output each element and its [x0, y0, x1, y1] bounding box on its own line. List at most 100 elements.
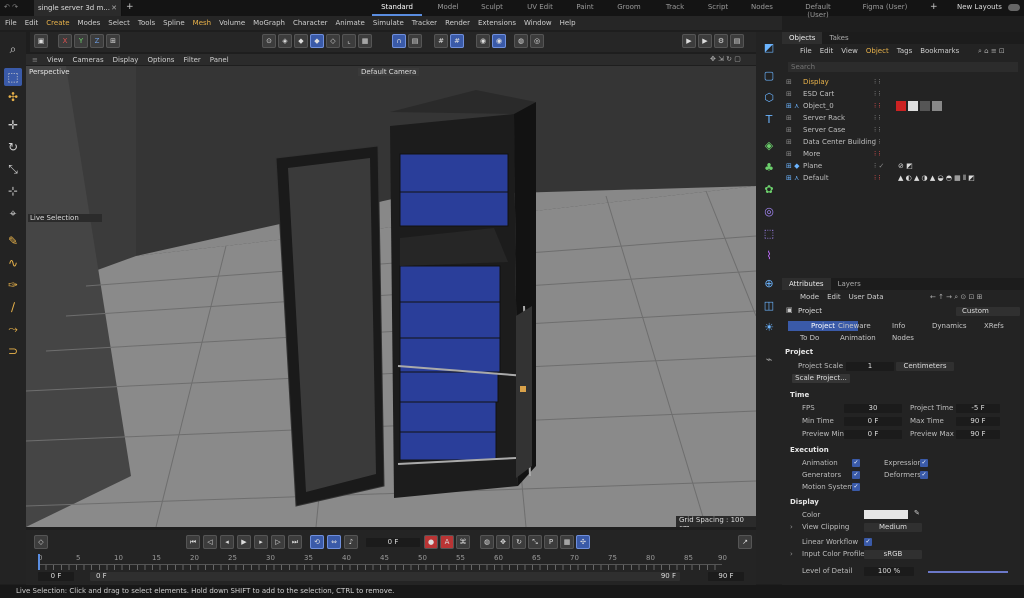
workspace-uv-edit[interactable]: UV Edit — [526, 3, 554, 11]
tab-layers[interactable]: Layers — [831, 278, 868, 290]
visibility-dots[interactable]: ⁝ ⁝ — [874, 100, 881, 112]
effector-icon[interactable]: ✿ — [761, 182, 777, 198]
key-rotation-icon[interactable]: ↻ — [512, 535, 526, 549]
material-tag-icon[interactable] — [896, 101, 906, 111]
objects-menu-tags[interactable]: Tags — [897, 47, 913, 55]
layout-toggle[interactable] — [1008, 4, 1020, 11]
current-frame-field[interactable]: 0 F — [366, 538, 420, 547]
list-item[interactable]: ⊞ ◆ Plane ⁝ ✓ ⊘ ◩ — [782, 160, 1024, 172]
search-icon[interactable]: ⌕ ⌂ ≡ ⊡ — [978, 47, 1005, 56]
project-scale-field[interactable]: 1 — [846, 362, 894, 371]
list-item[interactable]: ⊞ Data Center Building ⁝ ⁝ — [782, 136, 1024, 148]
tab-objects[interactable]: Objects — [782, 32, 823, 44]
max-frame-field[interactable]: 90 F — [708, 572, 744, 581]
render-picture-viewer-icon[interactable]: ▶ — [698, 34, 712, 48]
list-item[interactable]: ⊞ ⋏ Object_0 ⁝ ⁝ — [782, 100, 1024, 112]
rotate-icon[interactable]: ↻ — [4, 138, 22, 156]
objects-menu-bookmarks[interactable]: Bookmarks — [920, 47, 959, 55]
viewport-menu-display[interactable]: Display — [113, 56, 139, 64]
menu-spline[interactable]: Spline — [163, 19, 185, 27]
viewport-menu-icon[interactable]: ≡ — [32, 56, 38, 64]
workspace-figma-user[interactable]: Figma (User) — [862, 3, 908, 11]
linear-workflow-checkbox[interactable]: ✓ — [864, 538, 872, 546]
undo-icon[interactable]: ↶ ↷ — [4, 3, 18, 11]
range-slider[interactable]: 0 F 90 F — [90, 572, 680, 581]
close-icon[interactable]: ✕ — [111, 4, 117, 12]
spline-pen-icon[interactable]: ✎ — [4, 232, 22, 250]
render-queue-icon[interactable]: ▤ — [730, 34, 744, 48]
search-icon[interactable]: ⌕ — [4, 40, 22, 58]
list-item[interactable]: ⊞ Server Case ⁝ ⁝ — [782, 124, 1024, 136]
subtab-cineware[interactable]: Cineware — [838, 321, 871, 331]
live-selection-icon[interactable]: ⬚ — [4, 68, 22, 86]
viewport-menu-panel[interactable]: Panel — [210, 56, 229, 64]
workplane-icon[interactable]: # — [434, 34, 448, 48]
playhead[interactable] — [38, 554, 40, 570]
bend-icon[interactable]: ⤳ — [4, 320, 22, 338]
material-tag-icon[interactable] — [908, 101, 918, 111]
solo-icon[interactable]: ◉ — [476, 34, 490, 48]
objects-menu-edit[interactable]: Edit — [820, 47, 834, 55]
environment-icon[interactable]: ⊕ — [761, 276, 777, 292]
scale-project-button[interactable]: Scale Project... — [792, 374, 850, 383]
expand-arrow-icon[interactable]: › — [790, 523, 793, 531]
section-time[interactable]: Time — [790, 391, 809, 399]
x-axis-button[interactable]: X — [58, 34, 72, 48]
key-param-icon[interactable]: P — [544, 535, 558, 549]
keyframe-diamond-icon[interactable]: ◇ — [34, 535, 48, 549]
knife-icon[interactable]: ∕ — [4, 298, 22, 316]
list-item[interactable]: ⊞ Server Rack ⁝ ⁝ — [782, 112, 1024, 124]
add-layout-icon[interactable]: + — [930, 2, 938, 12]
units-dropdown[interactable]: Centimeters — [896, 362, 954, 371]
section-display[interactable]: Display — [790, 498, 819, 506]
snap-settings-icon[interactable]: ▤ — [408, 34, 422, 48]
edges-mode-icon[interactable]: ◈ — [278, 34, 292, 48]
input-profile-dropdown[interactable]: sRGB — [864, 550, 922, 559]
motion-system-checkbox[interactable]: ✓ — [852, 483, 860, 491]
expand-arrow-icon[interactable]: › — [790, 550, 793, 558]
workspace-script[interactable]: Script — [706, 3, 730, 11]
camera-selector[interactable]: Default Camera — [358, 68, 420, 76]
workspace-default-user[interactable]: Default (User) — [794, 3, 842, 19]
material-tag-icon[interactable] — [920, 101, 930, 111]
max-time-field[interactable]: 90 F — [956, 417, 1000, 426]
attr-menu-mode[interactable]: Mode — [800, 293, 819, 301]
axis-mode-icon[interactable]: ⌞ — [342, 34, 356, 48]
magnet-icon[interactable]: ⊃ — [4, 342, 22, 360]
menu-mograph[interactable]: MoGraph — [253, 19, 285, 27]
preview-max-field[interactable]: 90 F — [956, 430, 1000, 439]
attr-menu-user-data[interactable]: User Data — [849, 293, 884, 301]
sketch-icon[interactable]: ∿ — [4, 254, 22, 272]
y-axis-button[interactable]: Y — [74, 34, 88, 48]
project-time-field[interactable]: -5 F — [956, 404, 1000, 413]
menu-volume[interactable]: Volume — [219, 19, 245, 27]
spline-icon[interactable]: ⌇ — [761, 248, 777, 264]
selection-options-icon[interactable]: ✣ — [4, 88, 22, 106]
section-execution[interactable]: Execution — [790, 446, 829, 454]
attr-menu-edit[interactable]: Edit — [827, 293, 841, 301]
list-item[interactable]: ⊞ More ⁝ ⁝ — [782, 148, 1024, 160]
workspace-groom[interactable]: Groom — [616, 3, 642, 11]
preview-range-icon[interactable]: ⇔ — [327, 535, 341, 549]
menu-help[interactable]: Help — [560, 19, 576, 27]
fps-field[interactable]: 30 — [844, 404, 902, 413]
workspace-model[interactable]: Model — [436, 3, 460, 11]
subtab-info[interactable]: Info — [892, 321, 912, 331]
menu-mesh[interactable]: Mesh — [193, 19, 211, 27]
deformer-icon[interactable]: ◎ — [761, 204, 777, 220]
visibility-dots[interactable]: ⁝ ⁝ — [874, 136, 881, 148]
workspace-nodes[interactable]: Nodes — [750, 3, 774, 11]
brush-icon[interactable]: ✑ — [4, 276, 22, 294]
key-scale-icon[interactable]: ⤡ — [528, 535, 542, 549]
objects-menu-object[interactable]: Object — [866, 47, 889, 55]
min-time-field[interactable]: 0 F — [844, 417, 902, 426]
viewport-menu-cameras[interactable]: Cameras — [73, 56, 104, 64]
primitive-icon[interactable]: ⬡ — [761, 90, 777, 106]
workspace-standard[interactable]: Standard — [380, 3, 414, 11]
list-item[interactable]: ⊞ ⋏ Default ⁝ ⁝ ▲ ◐ ▲ ◑ ▲ ◒ ◓ ▦ ⫴ ◩ — [782, 172, 1024, 184]
scale-icon[interactable]: ⤡ — [4, 160, 22, 178]
preview-min-field[interactable]: 0 F — [844, 430, 902, 439]
workspace-track[interactable]: Track — [664, 3, 686, 11]
transform-icon[interactable]: ⊹ — [4, 182, 22, 200]
menu-edit[interactable]: Edit — [25, 19, 39, 27]
